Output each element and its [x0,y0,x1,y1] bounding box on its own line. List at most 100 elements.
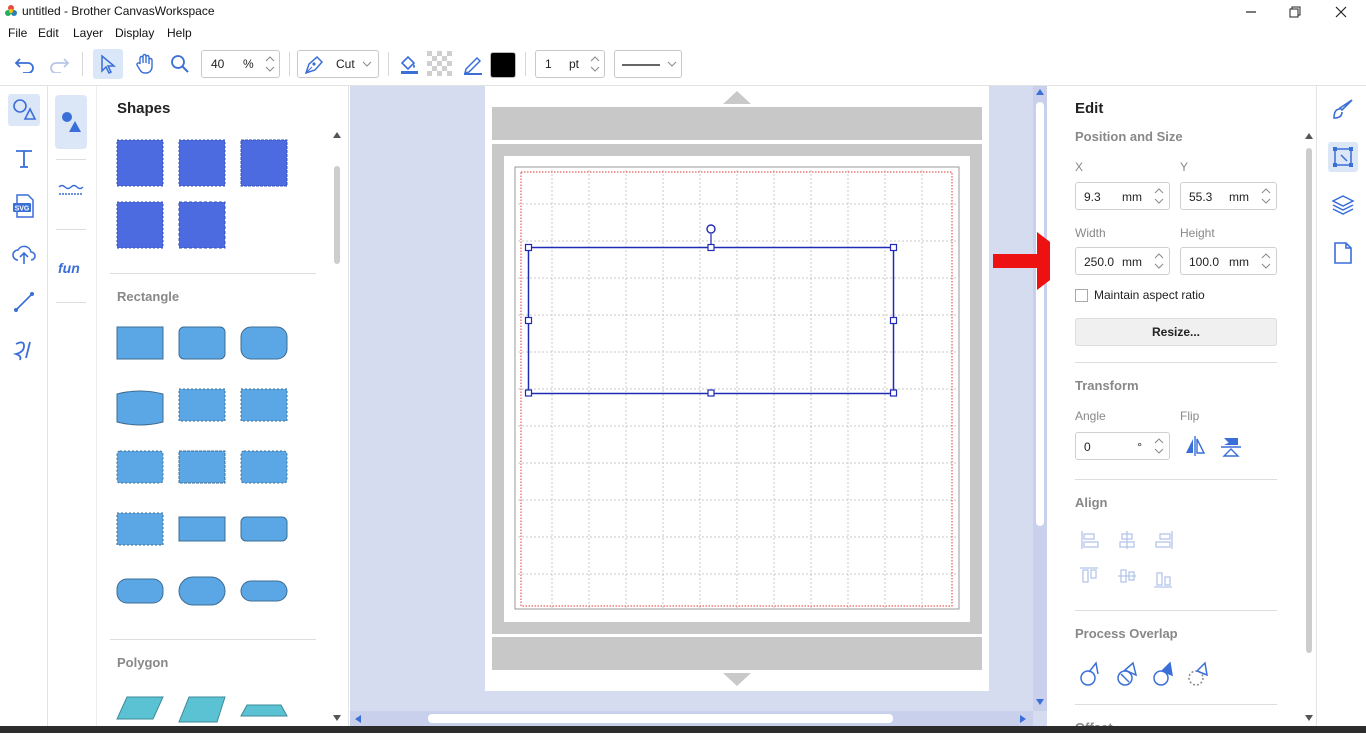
transparent-fill-icon[interactable] [425,49,455,79]
canvas-scroll-down-icon[interactable] [1036,699,1044,705]
canvas-vscroll-thumb[interactable] [1036,102,1044,526]
rotate-handle-icon [706,224,716,234]
rectangle-shapes-grid [116,326,288,606]
angle-unit: ° [1137,440,1142,454]
redo-button[interactable] [44,49,74,79]
freehand-tool-icon[interactable] [8,334,40,366]
stroke-width-value: 1 [545,57,552,71]
canvas-scroll-left-icon[interactable] [355,715,361,723]
line-color-swatch[interactable] [490,52,516,78]
width-input[interactable]: 250.0 mm [1075,247,1170,275]
edit-transform-icon[interactable] [1328,142,1358,172]
panel-scroll-down-icon[interactable] [1305,715,1313,721]
canvas-area[interactable] [350,86,1047,726]
panel-divider [1075,610,1277,611]
selected-rectangle-shape[interactable] [522,222,902,398]
hand-tool-button[interactable] [130,49,160,79]
fill-bucket-button[interactable] [394,49,424,79]
y-spinner-arrows-icon[interactable] [1259,185,1273,207]
angle-input[interactable]: 0 ° [1075,432,1170,460]
maintain-aspect-checkbox[interactable] [1075,289,1088,302]
canvas-scroll-up-icon[interactable] [1036,89,1044,95]
shapes-icon[interactable] [8,94,40,126]
x-label: X [1075,160,1084,174]
x-spinner-arrows-icon[interactable] [1152,185,1166,207]
subtract-icon [1153,661,1173,686]
line-tool-icon[interactable] [8,286,40,318]
paint-brush-icon[interactable] [1328,94,1358,124]
angle-spinner-arrows-icon[interactable] [1152,435,1166,457]
page-icon[interactable] [1328,238,1358,268]
shape-library-panel: Shapes Rectangle Polygon [97,86,349,733]
align-heading: Align [1075,495,1108,510]
chevron-down-icon [362,60,372,68]
canvas-scroll-right-icon[interactable] [1020,715,1026,723]
menu-layer[interactable]: Layer [73,26,103,40]
align-middle-icon [1118,569,1136,583]
stroke-spinner-arrows-icon[interactable] [588,53,602,75]
polygon-section-title: Polygon [117,655,169,670]
maintain-aspect-label: Maintain aspect ratio [1094,288,1205,302]
line-style-dropdown[interactable] [614,50,682,78]
library-divider [110,639,316,640]
line-type-value: Cut [336,57,355,71]
line-type-dropdown[interactable]: Cut [297,50,379,78]
flip-vertical-icon[interactable] [1221,436,1241,458]
restore-button[interactable] [1272,0,1318,24]
rectangle-section-title: Rectangle [117,289,180,304]
zoom-value: 40 [211,57,225,71]
transform-heading: Transform [1075,378,1139,393]
menu-display[interactable]: Display [115,26,154,40]
canvas-vertical-scrollbar[interactable] [1033,86,1047,711]
right-tool-rail [1316,86,1366,733]
svg-text:SVG: SVG [15,206,30,213]
stamp-shapes-grid [116,139,288,249]
basic-shapes-category-icon[interactable] [55,95,87,149]
select-tool-button[interactable] [93,49,123,79]
process-overlap-heading: Process Overlap [1075,626,1178,641]
y-label: Y [1180,160,1189,174]
layers-icon[interactable] [1328,190,1358,220]
library-scroll-down-icon[interactable] [333,715,341,721]
resize-button[interactable]: Resize... [1075,318,1277,346]
close-window-button[interactable] [1318,0,1364,24]
undo-button[interactable] [10,49,40,79]
menu-file[interactable]: File [8,26,27,40]
line-color-pen-icon[interactable] [458,49,488,79]
text-icon[interactable] [8,142,40,174]
category-divider [56,302,86,303]
shape-category-column: fun [49,86,97,733]
zoom-tool-button[interactable] [165,49,195,79]
width-spinner-arrows-icon[interactable] [1152,250,1166,272]
panel-scrollbar-thumb[interactable] [1306,148,1312,653]
border-category-icon[interactable] [58,182,84,198]
category-divider [56,159,86,160]
canvas-horizontal-scrollbar[interactable] [350,711,1033,726]
library-scroll-up-icon[interactable] [333,132,341,138]
x-position-input[interactable]: 9.3 mm [1075,182,1170,210]
align-left-icon [1081,531,1099,549]
panel-scroll-up-icon[interactable] [1305,133,1313,139]
minimize-button[interactable] [1228,0,1274,24]
height-spinner-arrows-icon[interactable] [1259,250,1273,272]
edit-panel-title: Edit [1075,100,1104,117]
toolbar-divider [525,52,526,76]
y-position-input[interactable]: 55.3 mm [1180,182,1277,210]
stroke-width-input[interactable]: 1 pt [535,50,605,78]
cloud-upload-icon[interactable] [8,238,40,270]
canvas-hscroll-thumb[interactable] [428,714,893,723]
align-buttons-grid [1080,531,1173,588]
flip-horizontal-icon[interactable] [1184,436,1206,456]
app-logo-icon [4,4,18,18]
library-scrollbar-thumb[interactable] [334,166,340,264]
zoom-spinner-arrows-icon[interactable] [263,53,277,75]
panel-divider [1075,479,1277,480]
menu-edit[interactable]: Edit [38,26,59,40]
zoom-level-input[interactable]: 40 % [201,50,280,78]
fun-category-icon[interactable]: fun [58,258,86,278]
svg-file-icon[interactable]: SVG [8,190,40,222]
toolbar-divider [289,52,290,76]
flip-label: Flip [1180,409,1200,423]
height-input[interactable]: 100.0 mm [1180,247,1277,275]
menu-help[interactable]: Help [167,26,192,40]
